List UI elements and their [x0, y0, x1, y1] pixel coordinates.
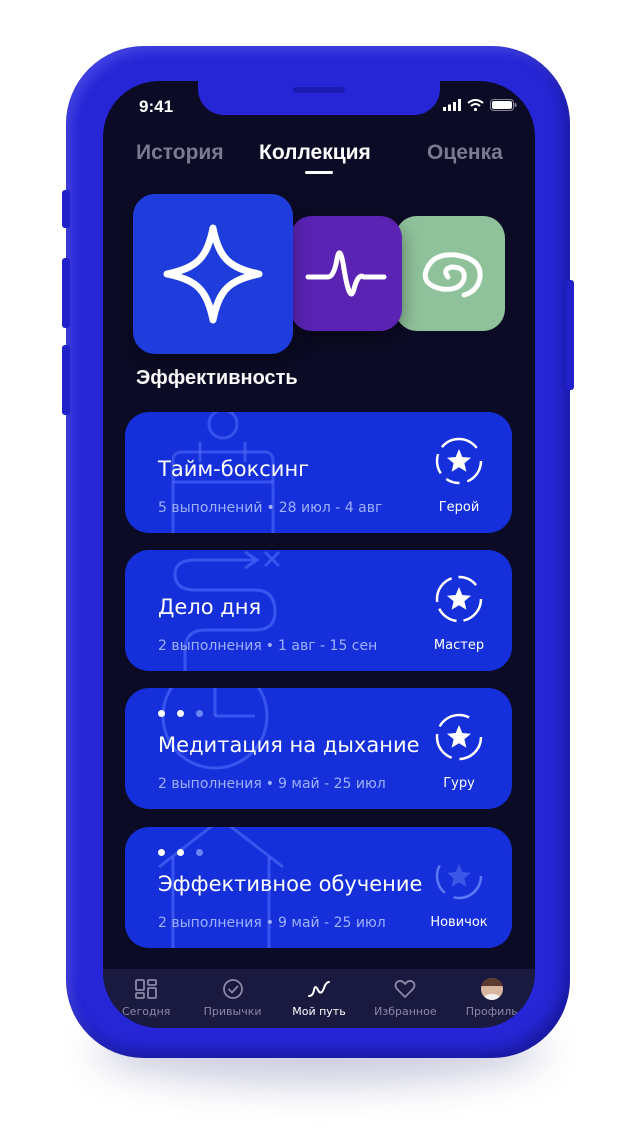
- tabbar-item-favorites[interactable]: Избранное: [362, 969, 448, 1028]
- rank-star-icon: [435, 437, 483, 485]
- card-count: 5 выполнений: [158, 500, 263, 516]
- tab-rating[interactable]: Оценка: [427, 141, 503, 165]
- card-rank: Герой: [438, 500, 480, 515]
- card-count: 2 выполнения: [158, 915, 262, 931]
- separator: •: [265, 776, 275, 792]
- rank-star-icon: [435, 713, 483, 761]
- tabbar-label: Избранное: [374, 1005, 437, 1018]
- spiral-icon: [422, 251, 483, 297]
- mute-switch: [62, 190, 70, 228]
- separator: •: [265, 638, 275, 654]
- badge-effectiveness[interactable]: [133, 194, 293, 354]
- card-breathing-meditation[interactable]: Медитация на дыхание 2 выполнения • 9 май …: [125, 688, 512, 809]
- tabbar-item-my-path[interactable]: Мой путь: [276, 969, 362, 1028]
- badge-health[interactable]: [290, 216, 402, 331]
- progress-dots: [158, 710, 203, 717]
- rank-star-icon: [435, 575, 483, 623]
- status-time: 9:41: [139, 97, 174, 116]
- status-icons: [443, 99, 517, 111]
- card-count: 2 выполнения: [158, 776, 262, 792]
- card-title: Дело дня: [158, 595, 262, 619]
- card-task-of-the-day[interactable]: Дело дня 2 выполнения • 1 авг - 15 сен Мас…: [125, 550, 512, 671]
- cellular-signal-icon: [443, 99, 461, 111]
- top-tabs: История Коллекция Оценка: [103, 141, 535, 181]
- path-icon: [307, 981, 330, 997]
- card-dates: 9 май - 25 июл: [278, 915, 386, 931]
- heart-icon: [394, 979, 416, 998]
- active-tab-indicator: [305, 171, 333, 174]
- tab-history[interactable]: История: [136, 141, 224, 165]
- card-meta: 2 выполнения • 9 май - 25 июл: [158, 915, 386, 931]
- card-dates: 28 июл - 4 авг: [278, 500, 383, 516]
- four-point-star-icon: [163, 224, 263, 324]
- tabbar-label: Профиль: [465, 1005, 518, 1018]
- tabbar-label: Мой путь: [292, 1005, 346, 1018]
- tab-collection[interactable]: Коллекция: [259, 141, 371, 165]
- wifi-icon: [467, 99, 484, 111]
- volume-down-button: [62, 345, 70, 415]
- power-button: [566, 280, 574, 390]
- badge-mindfulness[interactable]: [395, 216, 505, 331]
- app-screen: 9:41 История Коллекция Оценка Эффективно…: [103, 81, 535, 1028]
- battery-icon: [490, 99, 517, 111]
- avatar: [480, 978, 503, 1000]
- separator: •: [265, 915, 275, 931]
- card-timeboxing[interactable]: Тайм-боксинг 5 выполнений • 28 июл - 4 авг…: [125, 412, 512, 533]
- card-rank: Новичок: [430, 915, 488, 930]
- progress-dots: [158, 849, 203, 856]
- rank-star-icon: [435, 852, 483, 900]
- card-effective-learning[interactable]: Эффективное обучение 2 выполнения • 9 май …: [125, 827, 512, 948]
- tabbar-label: Сегодня: [122, 1005, 171, 1018]
- card-rank: Мастер: [433, 638, 485, 653]
- card-title: Медитация на дыхание: [158, 733, 420, 757]
- card-meta: 2 выполнения • 1 авг - 15 сен: [158, 638, 377, 654]
- card-rank: Гуру: [443, 776, 475, 791]
- volume-up-button: [62, 258, 70, 328]
- card-dates: 9 май - 25 июл: [278, 776, 386, 792]
- tabbar-item-habits[interactable]: Привычки: [190, 969, 276, 1028]
- card-meta: 5 выполнений • 28 июл - 4 авг: [158, 500, 382, 516]
- heartbeat-pulse-icon: [305, 249, 387, 296]
- card-title: Эффективное обучение: [158, 872, 423, 896]
- card-title: Тайм-боксинг: [158, 457, 310, 481]
- card-dates: 1 авг - 15 сен: [278, 638, 378, 654]
- card-meta: 2 выполнения • 9 май - 25 июл: [158, 776, 386, 792]
- speaker: [293, 87, 345, 93]
- check-circle-icon: [222, 979, 243, 999]
- tabbar-label: Привычки: [203, 1005, 262, 1018]
- dashboard-icon: [135, 979, 158, 999]
- card-count: 2 выполнения: [158, 638, 262, 654]
- notch: [198, 81, 440, 115]
- section-title: Эффективность: [136, 367, 298, 389]
- bottom-tab-bar: Сегодня Привычки Мой путь Избранное Проф…: [103, 969, 535, 1028]
- tabbar-item-today[interactable]: Сегодня: [103, 969, 189, 1028]
- separator: •: [266, 500, 275, 516]
- tabbar-item-profile[interactable]: Профиль: [449, 969, 535, 1028]
